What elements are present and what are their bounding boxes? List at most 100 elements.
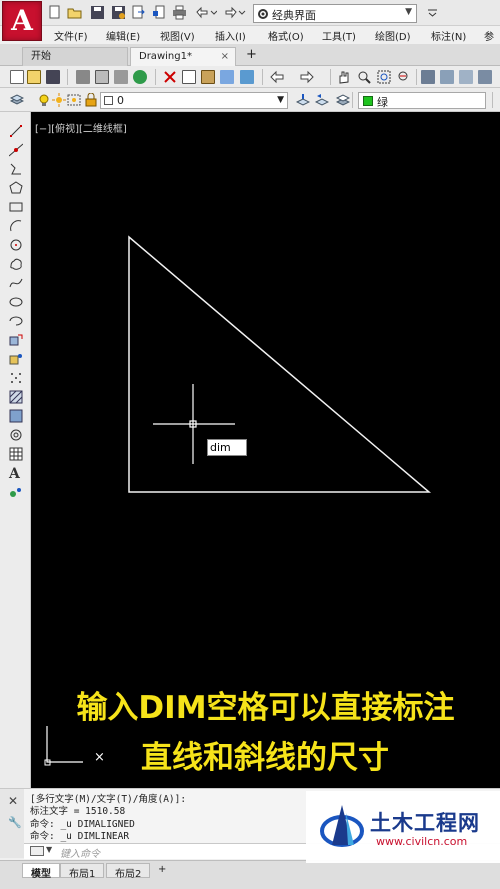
gradient-icon[interactable] bbox=[9, 409, 23, 423]
region-icon[interactable] bbox=[9, 428, 23, 442]
menu-file[interactable]: 文件(F) bbox=[54, 28, 88, 43]
add-layout-button[interactable]: + bbox=[150, 863, 174, 878]
pan-hand-icon[interactable] bbox=[337, 70, 351, 84]
tab-drawing1-label: Drawing1* bbox=[139, 51, 192, 62]
zoom-window-icon[interactable] bbox=[377, 70, 391, 84]
application-menu-button[interactable]: A bbox=[2, 1, 42, 41]
properties-icon[interactable] bbox=[421, 70, 435, 84]
layer-states-icon[interactable] bbox=[335, 93, 351, 107]
zoom-previous-icon[interactable] bbox=[397, 70, 411, 84]
chevron-down-icon[interactable]: ▼ bbox=[46, 845, 52, 854]
arc-icon[interactable] bbox=[9, 219, 23, 233]
tab-model[interactable]: 模型 bbox=[22, 863, 60, 880]
make-block-icon[interactable] bbox=[9, 352, 23, 366]
match-properties-icon[interactable] bbox=[220, 70, 234, 84]
tab-layout2[interactable]: 布局2 bbox=[106, 863, 151, 880]
menu-overflow[interactable]: 参 bbox=[484, 28, 494, 43]
menu-edit[interactable]: 编辑(E) bbox=[106, 28, 140, 43]
redo-icon[interactable] bbox=[300, 70, 314, 84]
menu-draw[interactable]: 绘图(D) bbox=[375, 28, 411, 43]
lock-icon[interactable] bbox=[84, 92, 98, 107]
title-bar: A 经典界面 ▼ bbox=[0, 0, 500, 41]
cut-icon[interactable] bbox=[163, 70, 177, 84]
color-dropdown[interactable]: 绿 bbox=[358, 92, 486, 109]
layer-previous-icon[interactable] bbox=[314, 93, 330, 107]
chevron-down-icon: ▼ bbox=[277, 95, 284, 105]
publish-icon[interactable] bbox=[114, 70, 128, 84]
wrench-icon[interactable]: 🔧 bbox=[8, 816, 22, 829]
paste-icon[interactable] bbox=[201, 70, 215, 84]
hatch-icon[interactable] bbox=[9, 390, 23, 404]
viewport-freeze-icon[interactable] bbox=[67, 93, 81, 107]
sheet-set-icon[interactable] bbox=[478, 70, 492, 84]
document-tab-bar: 开始 Drawing1* × + bbox=[0, 44, 500, 66]
open-file-icon[interactable] bbox=[67, 5, 82, 20]
menu-view[interactable]: 视图(V) bbox=[160, 28, 195, 43]
layer-properties-icon[interactable] bbox=[9, 93, 25, 107]
sun-freeze-icon[interactable] bbox=[52, 93, 66, 107]
triangle-shape bbox=[128, 235, 432, 493]
lightbulb-icon[interactable] bbox=[37, 93, 51, 107]
new-file-icon[interactable] bbox=[47, 5, 62, 20]
tab-start[interactable]: 开始 bbox=[22, 47, 128, 66]
workspace-dropdown[interactable]: 经典界面 ▼ bbox=[253, 4, 417, 23]
redo-icon[interactable] bbox=[224, 5, 246, 20]
polygon-icon[interactable] bbox=[9, 181, 23, 195]
workspace-label: 经典界面 bbox=[272, 9, 316, 22]
tab-drawing1[interactable]: Drawing1* × bbox=[130, 47, 236, 66]
copy-icon[interactable] bbox=[182, 70, 196, 84]
block-editor-icon[interactable] bbox=[240, 70, 254, 84]
plot-icon[interactable] bbox=[76, 70, 90, 84]
undo-icon[interactable] bbox=[270, 70, 284, 84]
drawing-canvas[interactable]: [−][俯视][二维线框] × dim 输入DIM空格可以直接标注 直线和斜线的… bbox=[31, 112, 500, 788]
layer-color-swatch bbox=[104, 96, 113, 105]
chevron-down-icon: ▼ bbox=[405, 7, 412, 17]
tool-palettes-icon[interactable] bbox=[459, 70, 473, 84]
open-sheet-icon[interactable] bbox=[131, 5, 146, 20]
menu-insert[interactable]: 插入(I) bbox=[215, 28, 246, 43]
zoom-realtime-icon[interactable] bbox=[357, 70, 371, 84]
insert-block-icon[interactable] bbox=[9, 333, 23, 347]
command-input[interactable]: 键入命令 bbox=[60, 845, 100, 860]
close-icon[interactable]: × bbox=[221, 48, 229, 65]
spline-icon[interactable] bbox=[9, 276, 23, 290]
tab-layout1[interactable]: 布局1 bbox=[60, 863, 105, 880]
close-icon[interactable]: ✕ bbox=[8, 794, 18, 808]
ellipse-icon[interactable] bbox=[9, 295, 23, 309]
menu-bar: 文件(F) 编辑(E) 视图(V) 插入(I) 格式(O) 工具(T) 绘图(D… bbox=[0, 26, 500, 43]
plot-print-icon[interactable] bbox=[172, 5, 187, 20]
multiline-text-icon[interactable]: A bbox=[9, 466, 23, 482]
publish-icon[interactable] bbox=[152, 5, 167, 20]
design-center-icon[interactable] bbox=[440, 70, 454, 84]
table-icon[interactable] bbox=[9, 447, 23, 461]
undo-icon[interactable] bbox=[195, 5, 218, 20]
customize-qat-icon[interactable] bbox=[425, 5, 440, 20]
point-icon[interactable] bbox=[9, 371, 23, 385]
construction-line-icon[interactable] bbox=[8, 143, 24, 157]
circle-icon[interactable] bbox=[9, 238, 23, 252]
ellipse-arc-icon[interactable] bbox=[9, 314, 23, 328]
3d-dwf-icon[interactable] bbox=[133, 70, 147, 84]
save-as-icon[interactable] bbox=[111, 5, 126, 20]
open-icon[interactable] bbox=[27, 70, 41, 84]
watermark-url: www.civilcn.com bbox=[376, 835, 468, 848]
polyline-icon[interactable] bbox=[9, 162, 23, 176]
revision-cloud-icon[interactable] bbox=[9, 257, 23, 271]
tab-start-label: 开始 bbox=[31, 51, 51, 62]
add-selected-icon[interactable] bbox=[9, 485, 23, 499]
menu-dimension[interactable]: 标注(N) bbox=[431, 28, 466, 43]
new-tab-button[interactable]: + bbox=[246, 47, 257, 62]
qnew-icon[interactable] bbox=[10, 70, 24, 84]
line-icon[interactable] bbox=[9, 124, 23, 138]
menu-tools[interactable]: 工具(T) bbox=[322, 28, 356, 43]
make-object-layer-current-icon[interactable] bbox=[295, 93, 311, 107]
command-window-handle[interactable]: ✕ 🔧 bbox=[0, 789, 24, 858]
plot-preview-icon[interactable] bbox=[95, 70, 109, 84]
layer-dropdown[interactable]: 0 ▼ bbox=[100, 92, 288, 109]
save-icon[interactable] bbox=[46, 70, 60, 84]
command-prompt-icon[interactable] bbox=[30, 846, 44, 856]
save-icon[interactable] bbox=[90, 5, 105, 20]
dynamic-input-field[interactable]: dim bbox=[207, 439, 247, 456]
rectangle-icon[interactable] bbox=[9, 200, 23, 214]
menu-format[interactable]: 格式(O) bbox=[268, 28, 304, 43]
